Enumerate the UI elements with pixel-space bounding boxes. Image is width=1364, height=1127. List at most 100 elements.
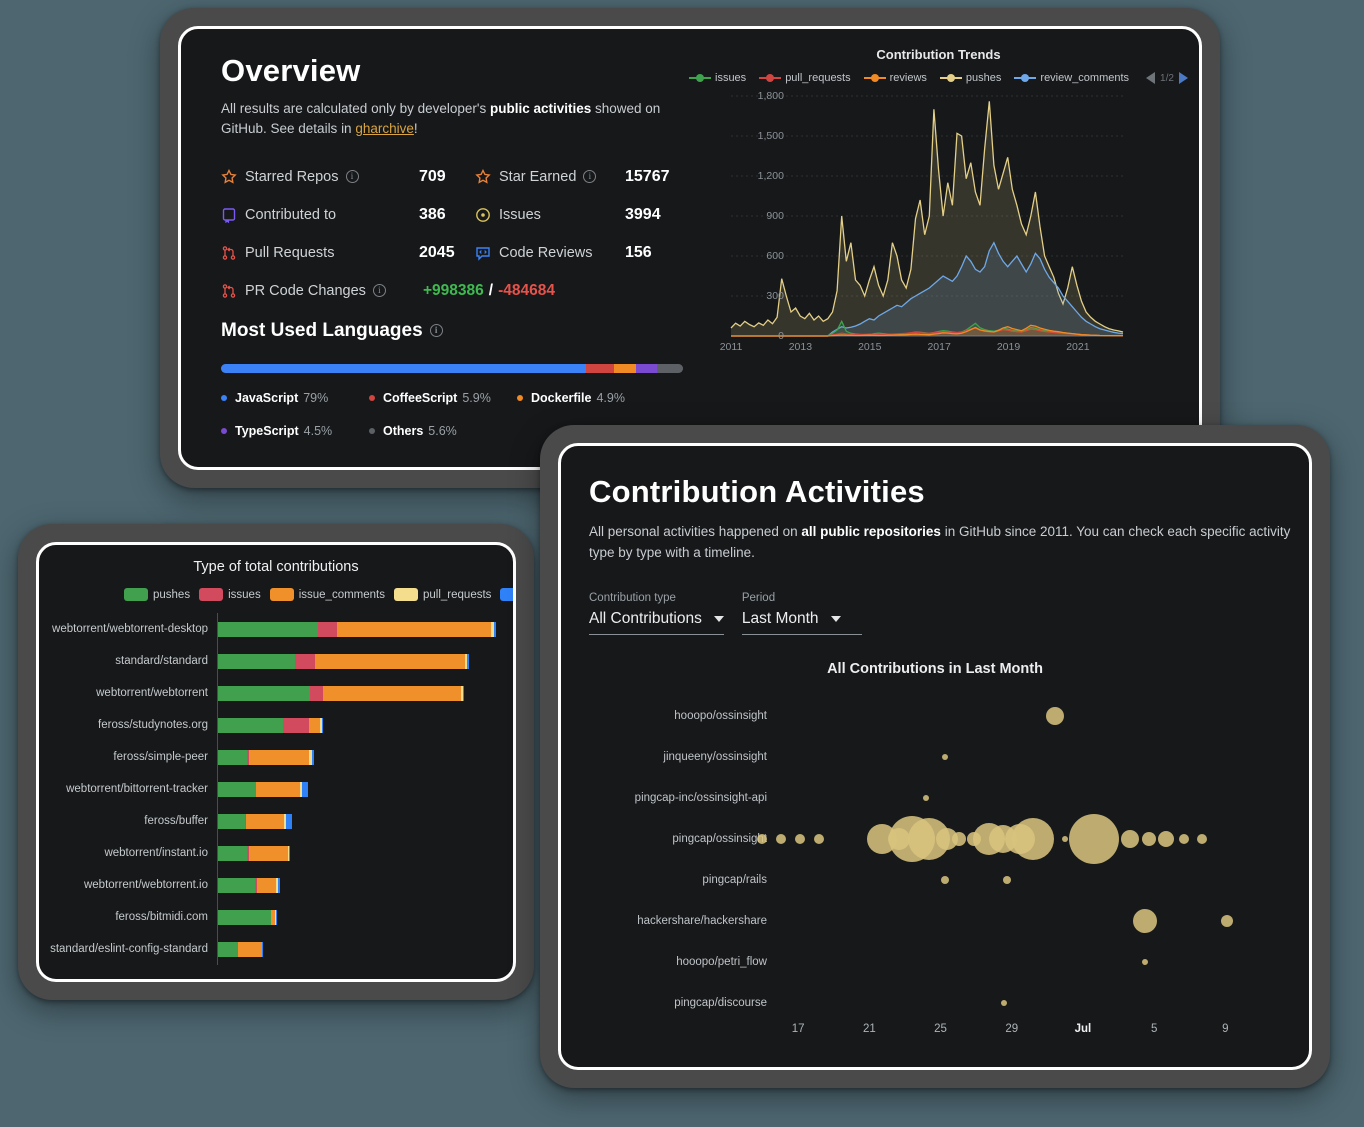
trends-legend-item[interactable]: issues xyxy=(689,72,746,84)
bubble-point[interactable] xyxy=(941,754,948,761)
bar-segment xyxy=(317,621,338,637)
chevron-right-icon[interactable] xyxy=(1178,72,1188,84)
bars-y-axis xyxy=(217,613,218,965)
language-bar-segment xyxy=(586,363,614,373)
bars-legend-item[interactable]: reviews xyxy=(500,588,513,601)
contribution-type-select[interactable]: All Contributions xyxy=(589,610,724,635)
bubble-point[interactable] xyxy=(1220,914,1233,927)
language-name: JavaScript xyxy=(235,390,299,405)
trends-legend-item[interactable]: pushes xyxy=(939,72,1001,84)
stat-issues[interactable]: Issues xyxy=(475,207,625,223)
code-review-icon xyxy=(475,245,491,261)
bar-track xyxy=(217,845,513,861)
language-name: CoffeeScript xyxy=(383,390,458,405)
bubble-point[interactable] xyxy=(1001,999,1008,1006)
language-legend-item[interactable]: JavaScript 79% xyxy=(221,391,369,405)
bubble-point[interactable] xyxy=(940,876,949,885)
bar-row[interactable]: feross/simple-peer xyxy=(39,741,513,773)
bubble-point[interactable] xyxy=(814,834,825,845)
bubble-point[interactable] xyxy=(1142,958,1149,965)
info-icon[interactable]: i xyxy=(583,170,597,183)
trends-chart-panel: Contribution Trends issues pull_requests r… xyxy=(681,29,1199,467)
bubble-point[interactable] xyxy=(1157,831,1174,848)
bubble-point[interactable] xyxy=(1141,832,1156,847)
gharchive-link[interactable]: gharchive xyxy=(355,121,414,136)
bubble-point[interactable] xyxy=(756,834,767,845)
code-additions: +998386 xyxy=(423,281,484,299)
bar-row[interactable]: webtorrent/bittorrent-tracker xyxy=(39,773,513,805)
language-color-dot xyxy=(369,394,375,401)
trends-legend-item[interactable]: reviews xyxy=(863,72,927,84)
bar-row-label: standard/eslint-config-standard xyxy=(50,943,208,955)
legend-label: issues xyxy=(715,72,747,84)
stat-contributed-to[interactable]: Contributed to xyxy=(221,207,419,223)
language-legend-item[interactable]: Others 5.6% xyxy=(369,424,517,438)
info-icon[interactable]: i xyxy=(372,284,386,297)
overview-subtitle: All results are calculated only by devel… xyxy=(221,99,681,140)
legend-marker xyxy=(863,74,886,82)
bubble-point[interactable] xyxy=(1197,834,1208,845)
chevron-left-icon[interactable] xyxy=(1146,72,1156,84)
bar-row[interactable]: webtorrent/webtorrent xyxy=(39,677,513,709)
bubble-x-tick: 25 xyxy=(934,1022,947,1035)
bubble-point[interactable] xyxy=(1121,830,1140,849)
trends-x-tick: 2015 xyxy=(858,341,882,353)
legend-marker xyxy=(689,74,711,82)
bubble-point[interactable] xyxy=(922,795,929,802)
stat-value: 2045 xyxy=(419,243,455,261)
bubble-point[interactable] xyxy=(1133,908,1158,933)
bar-row[interactable]: feross/studynotes.org xyxy=(39,709,513,741)
bubble-row-label: pingcap/discourse xyxy=(674,996,767,1009)
trends-area-svg xyxy=(730,95,1124,337)
bubble-point[interactable] xyxy=(1045,707,1064,726)
language-legend-item[interactable]: Dockerfile 4.9% xyxy=(517,391,665,405)
bar-segment xyxy=(217,941,238,957)
language-legend-item[interactable]: TypeScript 4.5% xyxy=(221,424,369,438)
bar-row[interactable]: standard/eslint-config-standard xyxy=(39,933,513,965)
bubble-point[interactable] xyxy=(795,834,806,845)
bar-row[interactable]: webtorrent/instant.io xyxy=(39,837,513,869)
bar-row[interactable]: feross/bitmidi.com xyxy=(39,901,513,933)
bar-track xyxy=(217,685,513,701)
bar-row-label: webtorrent/webtorrent.io xyxy=(83,879,208,891)
bar-segment xyxy=(322,685,461,701)
bubble-row-label: hooopo/ossinsight xyxy=(674,710,767,723)
stat-value-cell: 2045 xyxy=(419,244,475,262)
legend-swatch xyxy=(124,588,148,601)
bar-row[interactable]: webtorrent/webtorrent.io xyxy=(39,869,513,901)
trends-y-tick: 1,200 xyxy=(757,170,784,182)
bubble-point[interactable] xyxy=(1012,818,1055,861)
bar-segment xyxy=(311,749,315,765)
bars-legend-item[interactable]: issue_comments xyxy=(269,588,385,601)
trends-legend-item[interactable]: review_comments xyxy=(1014,72,1129,84)
language-percent: 4.5% xyxy=(303,423,333,438)
stat-star-earned[interactable]: Star Earned i xyxy=(475,168,625,185)
bars-legend-item[interactable]: pull_requests xyxy=(394,588,491,601)
bar-track xyxy=(217,909,513,925)
bubble-point[interactable] xyxy=(775,834,786,845)
bubble-point[interactable] xyxy=(1002,876,1011,885)
info-icon[interactable]: i xyxy=(429,324,443,337)
stat-code-reviews[interactable]: Code Reviews xyxy=(475,245,625,261)
stat-pull-requests[interactable]: Pull Requests xyxy=(221,245,419,261)
bars-legend-item[interactable]: issues xyxy=(199,588,261,601)
stat-pr-code-changes[interactable]: PR Code Changes i xyxy=(221,283,419,299)
contribution-types-window: Type of total contributions pushes issues… xyxy=(18,524,534,1000)
contribution-type-label: Contribution type xyxy=(589,591,676,604)
bars-legend-item[interactable]: pushes xyxy=(124,588,190,601)
bubble-chart-title: All Contributions in Last Month xyxy=(827,660,1043,677)
info-icon[interactable]: i xyxy=(345,170,359,183)
bubble-point[interactable] xyxy=(1069,814,1120,865)
bar-row[interactable]: webtorrent/webtorrent-desktop xyxy=(39,613,513,645)
bubble-point[interactable] xyxy=(1178,834,1189,845)
bubble-point[interactable] xyxy=(951,832,966,847)
language-legend-item[interactable]: CoffeeScript 5.9% xyxy=(369,391,517,405)
bar-row[interactable]: feross/buffer xyxy=(39,805,513,837)
stat-starred-repos[interactable]: Starred Repos i xyxy=(221,168,419,185)
bubble-x-tick: 17 xyxy=(791,1022,805,1035)
period-select[interactable]: Last Month xyxy=(741,610,862,635)
bubble-point[interactable] xyxy=(1061,836,1068,843)
bar-row-label: webtorrent/instant.io xyxy=(104,847,208,859)
bar-row[interactable]: standard/standard xyxy=(39,645,513,677)
trends-legend-item[interactable]: pull_requests xyxy=(759,72,851,84)
